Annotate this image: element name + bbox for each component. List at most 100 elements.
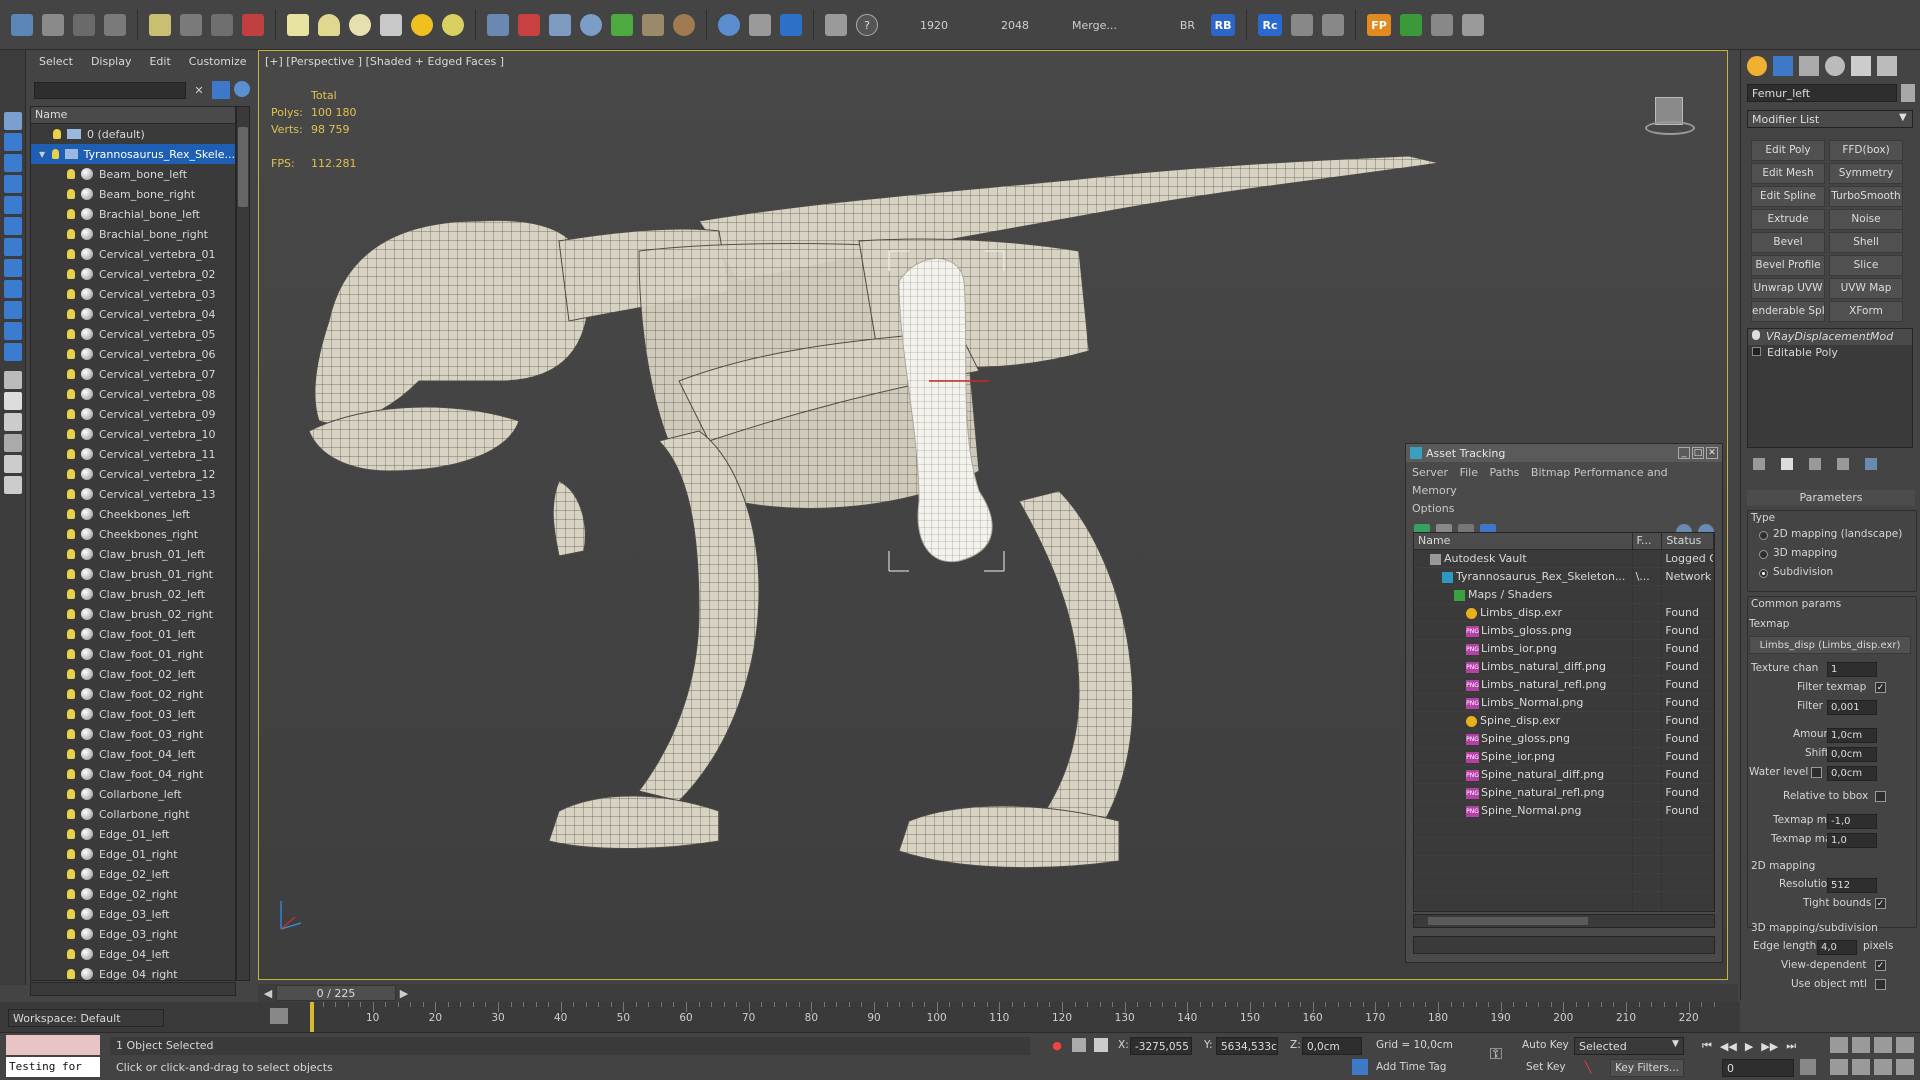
display-frozen-icon[interactable] bbox=[4, 343, 22, 361]
asset-row[interactable]: PNG Spine_ior.png Found bbox=[1414, 748, 1714, 766]
visibility-bulb-icon[interactable] bbox=[67, 309, 75, 319]
pin-stack-icon[interactable] bbox=[1753, 458, 1765, 470]
asset-menu-bitmap-performance[interactable]: Bitmap Performance and Memory bbox=[1412, 466, 1668, 497]
visibility-bulb-icon[interactable] bbox=[67, 769, 75, 779]
filter-texmap-checkbox[interactable]: ✓ bbox=[1875, 682, 1886, 693]
explorer-row[interactable]: Claw_foot_03_left bbox=[31, 704, 235, 724]
explorer-row[interactable]: Collarbone_right bbox=[31, 804, 235, 824]
maxscript-listener-pink[interactable] bbox=[6, 1035, 100, 1055]
modifier-button[interactable]: Shell bbox=[1829, 232, 1903, 253]
explorer-row[interactable]: Cervical_vertebra_06 bbox=[31, 344, 235, 364]
visibility-bulb-icon[interactable] bbox=[67, 449, 75, 459]
explorer-row[interactable]: Cervical_vertebra_13 bbox=[31, 484, 235, 504]
visibility-bulb-icon[interactable] bbox=[67, 929, 75, 939]
filter-blur-spinner[interactable]: 0,001 bbox=[1827, 700, 1877, 715]
explorer-row[interactable]: Edge_01_right bbox=[31, 844, 235, 864]
tools-icon[interactable] bbox=[1291, 14, 1314, 36]
explorer-row[interactable]: Claw_brush_01_right bbox=[31, 564, 235, 584]
texture-chan-spinner[interactable]: 1 bbox=[1827, 662, 1877, 677]
rendered-frame-icon[interactable] bbox=[73, 14, 95, 36]
modifier-button[interactable]: Edit Poly bbox=[1751, 140, 1825, 161]
explorer-row[interactable]: Cervical_vertebra_01 bbox=[31, 244, 235, 264]
rig-icon[interactable] bbox=[549, 14, 571, 36]
visibility-bulb-icon[interactable] bbox=[67, 829, 75, 839]
explorer-row[interactable]: Collarbone_left bbox=[31, 784, 235, 804]
key-filters-button[interactable]: Key Filters... bbox=[1610, 1059, 1684, 1077]
zoom-all-icon[interactable] bbox=[1852, 1037, 1870, 1053]
visibility-bulb-icon[interactable] bbox=[67, 269, 75, 279]
visibility-bulb-icon[interactable] bbox=[53, 129, 61, 139]
asset-tracking-titlebar[interactable]: Asset Tracking _ □ ✕ bbox=[1406, 444, 1722, 462]
motion-tab-icon[interactable] bbox=[1825, 56, 1845, 76]
display-bones-icon[interactable] bbox=[4, 301, 22, 319]
go-to-start-icon[interactable]: ⏮ bbox=[1702, 1039, 1712, 1053]
visibility-bulb-icon[interactable] bbox=[51, 149, 59, 159]
maximize-viewport-icon[interactable] bbox=[1896, 1059, 1914, 1075]
link-icon[interactable] bbox=[11, 14, 33, 36]
explorer-row[interactable]: Cervical_vertebra_04 bbox=[31, 304, 235, 324]
explorer-row[interactable]: Cervical_vertebra_12 bbox=[31, 464, 235, 484]
utilities-tab-icon[interactable] bbox=[1877, 56, 1897, 76]
light-sphere-icon[interactable] bbox=[442, 14, 464, 36]
explorer-row[interactable]: Cervical_vertebra_11 bbox=[31, 444, 235, 464]
key-icon[interactable]: ⚿ bbox=[1484, 1044, 1508, 1063]
explorer-row[interactable]: Cervical_vertebra_10 bbox=[31, 424, 235, 444]
asset-row[interactable]: Limbs_disp.exr Found bbox=[1414, 604, 1714, 622]
toolbar-merge-button[interactable]: Merge... bbox=[1072, 19, 1117, 32]
visibility-bulb-icon[interactable] bbox=[67, 169, 75, 179]
toolbar-rb-button[interactable]: RB bbox=[1211, 14, 1236, 36]
visibility-bulb-icon[interactable] bbox=[67, 189, 75, 199]
modifier-list-dropdown[interactable]: Modifier List bbox=[1747, 110, 1913, 128]
workspace-dropdown[interactable]: Workspace: Default bbox=[8, 1009, 164, 1027]
remove-modifier-icon[interactable] bbox=[1837, 458, 1849, 470]
visibility-bulb-icon[interactable] bbox=[67, 709, 75, 719]
explorer-hscrollbar[interactable] bbox=[30, 982, 236, 996]
explorer-row[interactable]: Cervical_vertebra_03 bbox=[31, 284, 235, 304]
orbit-icon[interactable] bbox=[1874, 1059, 1892, 1075]
explorer-row[interactable]: Cervical_vertebra_02 bbox=[31, 264, 235, 284]
visibility-bulb-icon[interactable] bbox=[67, 329, 75, 339]
asset-row[interactable]: PNG Spine_natural_refl.png Found bbox=[1414, 784, 1714, 802]
go-to-end-icon[interactable]: ⏭ bbox=[1786, 1039, 1796, 1053]
visibility-bulb-icon[interactable] bbox=[67, 249, 75, 259]
display-xrefs-icon[interactable] bbox=[4, 280, 22, 298]
table-icon[interactable] bbox=[1322, 14, 1345, 36]
pan-icon[interactable] bbox=[1852, 1059, 1870, 1075]
asset-menu-paths[interactable]: Paths bbox=[1490, 466, 1520, 479]
explorer-row[interactable]: Edge_01_left bbox=[31, 824, 235, 844]
asset-row[interactable]: Maps / Shaders bbox=[1414, 586, 1714, 604]
explorer-scrollbar[interactable] bbox=[236, 106, 250, 981]
parameters-rollout-header[interactable]: Parameters bbox=[1747, 490, 1915, 506]
use-object-mtl-checkbox[interactable] bbox=[1875, 979, 1886, 990]
create-tab-icon[interactable] bbox=[1747, 56, 1767, 76]
asset-menu-options[interactable]: Options bbox=[1412, 502, 1454, 515]
clear-search-icon[interactable]: ✕ bbox=[192, 83, 206, 97]
toolbar-fp-button[interactable]: FP bbox=[1367, 14, 1392, 36]
explorer-row[interactable]: Claw_brush_01_left bbox=[31, 544, 235, 564]
resolution-spinner[interactable]: 512 bbox=[1827, 878, 1877, 893]
object-color-swatch[interactable] bbox=[1901, 84, 1915, 102]
sync-selection-icon[interactable] bbox=[234, 81, 250, 97]
box-icon[interactable] bbox=[287, 14, 309, 36]
explorer-row[interactable]: Brachial_bone_right bbox=[31, 224, 235, 244]
maxscript-listener-field[interactable]: Testing for bbox=[6, 1057, 100, 1077]
asset-col-name[interactable]: Name bbox=[1414, 533, 1633, 549]
texmap-button[interactable]: Limbs_disp (Limbs_disp.exr) bbox=[1749, 636, 1911, 654]
material-editor-icon[interactable] bbox=[180, 14, 202, 36]
visibility-bulb-icon[interactable] bbox=[67, 289, 75, 299]
visibility-bulb-icon[interactable] bbox=[67, 949, 75, 959]
track-bar[interactable]: 10 20 30 40 50 60 70 80 90 100 110 120 130 140 150 160 1… bbox=[0, 1002, 1740, 1032]
modifier-button[interactable]: TurboSmooth bbox=[1829, 186, 1903, 207]
time-tag-icon[interactable] bbox=[1352, 1059, 1368, 1075]
set-key-button[interactable]: Set Key bbox=[1526, 1061, 1566, 1073]
filter-toggle-icon[interactable] bbox=[212, 81, 230, 99]
isolate-icon[interactable]: ● bbox=[1050, 1038, 1064, 1052]
render-setup-icon[interactable] bbox=[42, 14, 64, 36]
asset-hscrollbar[interactable] bbox=[1413, 914, 1715, 928]
collapse-icon[interactable] bbox=[4, 476, 22, 494]
edge-length-spinner[interactable]: 4,0 bbox=[1817, 940, 1857, 955]
field-of-view-icon[interactable] bbox=[1830, 1059, 1848, 1075]
scatter-icon[interactable] bbox=[1431, 14, 1454, 36]
explorer-row[interactable]: Claw_foot_04_left bbox=[31, 744, 235, 764]
filter-icon[interactable] bbox=[4, 434, 22, 452]
